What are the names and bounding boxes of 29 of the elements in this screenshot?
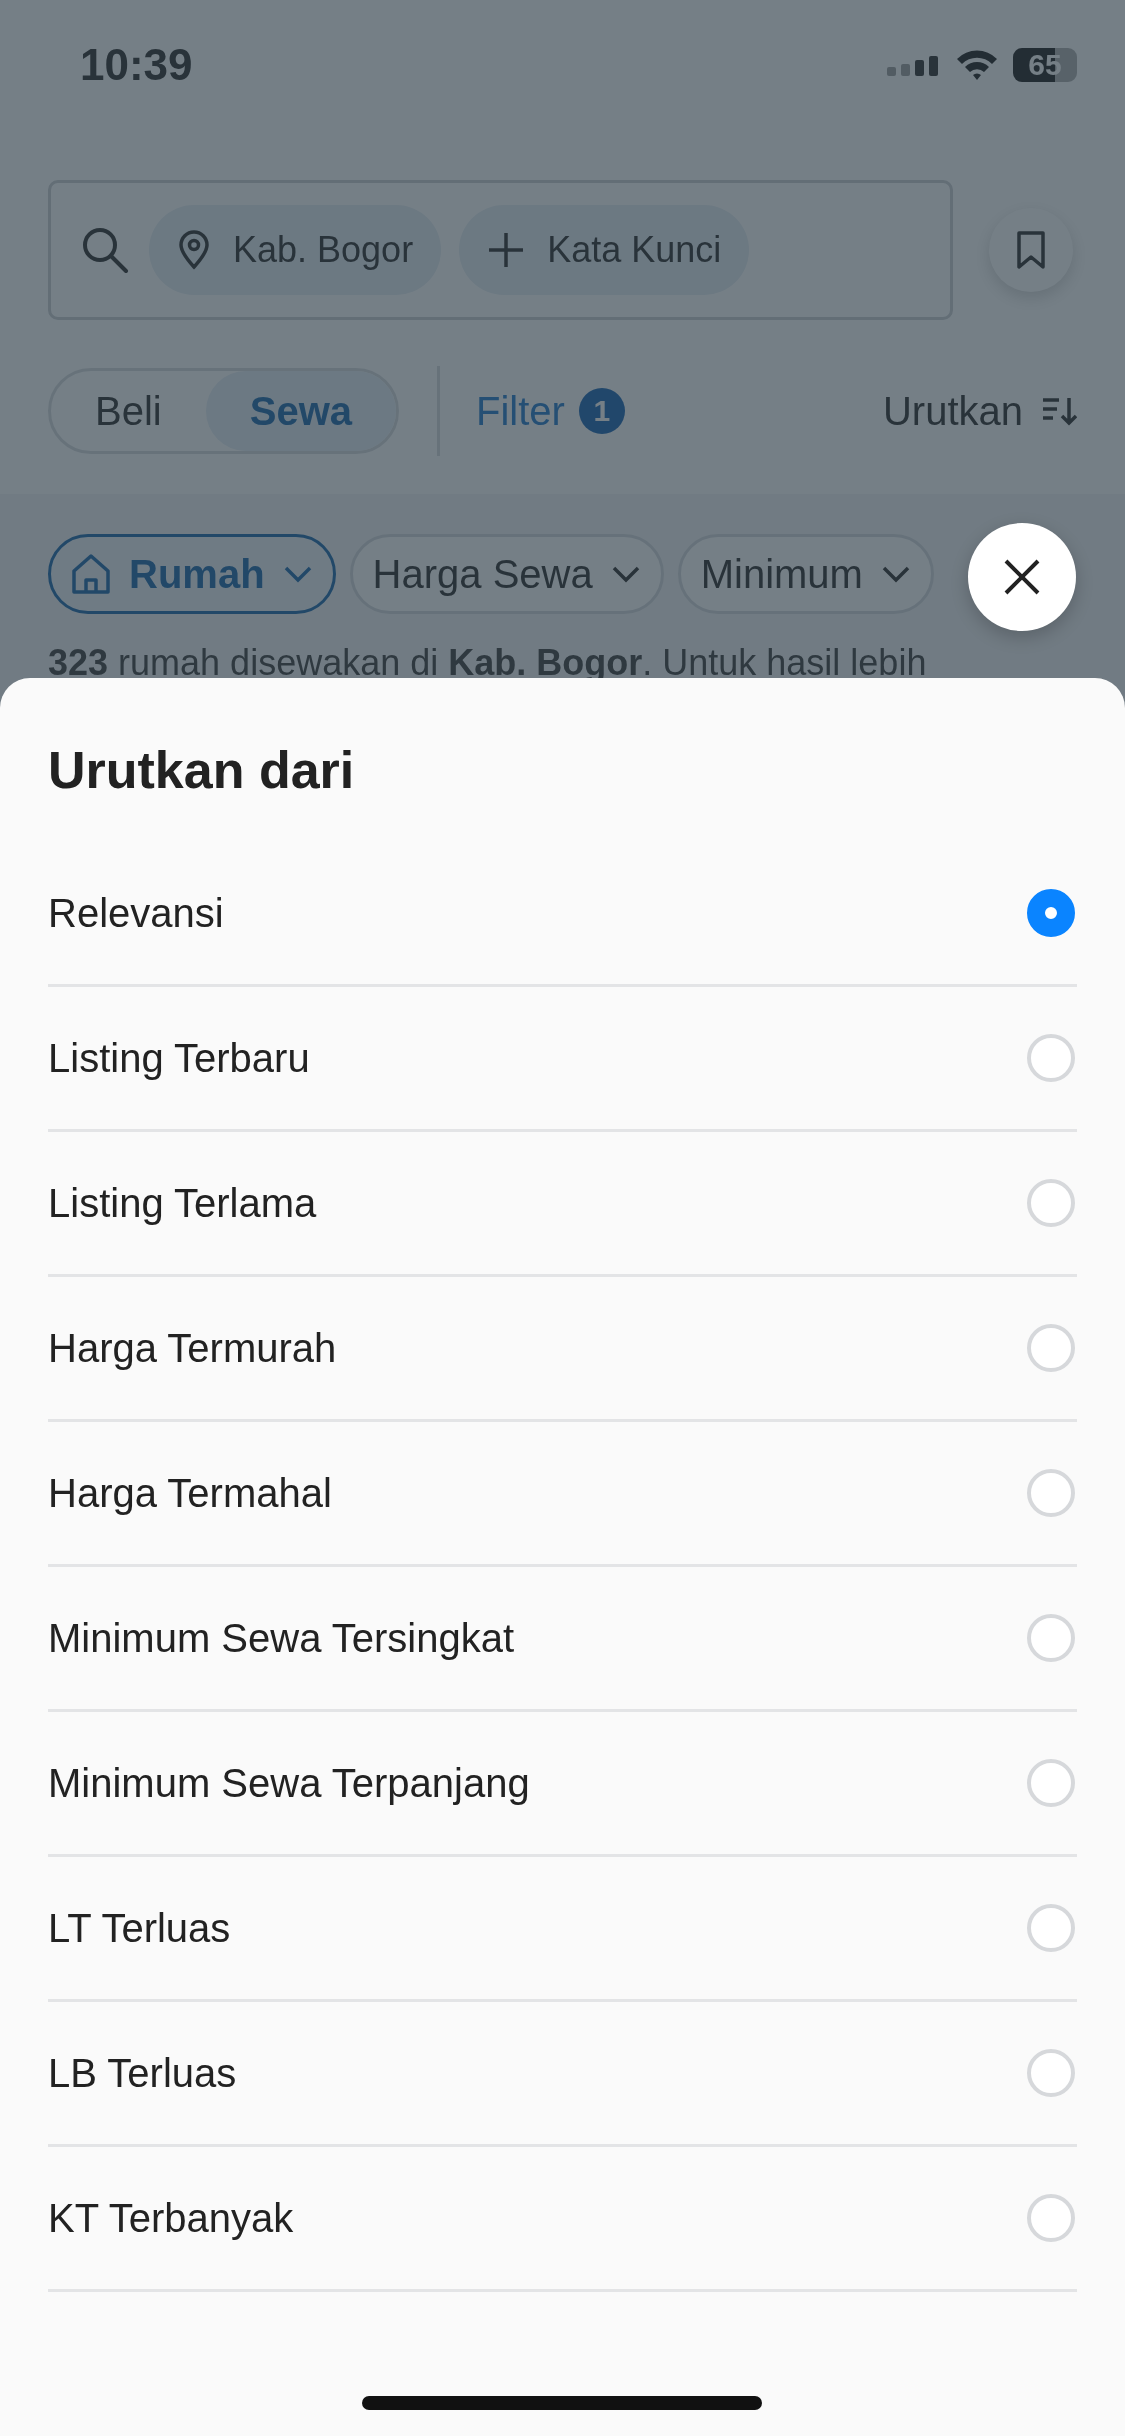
sort-option[interactable]: Minimum Sewa Terpanjang	[48, 1712, 1077, 1857]
chevron-down-icon	[282, 565, 313, 583]
sort-option[interactable]: Relevansi	[48, 842, 1077, 987]
sort-option[interactable]: LB Terluas	[48, 2002, 1077, 2147]
chevron-down-icon	[880, 565, 911, 583]
location-pin-icon	[177, 230, 211, 270]
sort-icon	[1041, 395, 1077, 427]
sort-option[interactable]: Harga Termurah	[48, 1277, 1077, 1422]
radio-button[interactable]	[1027, 889, 1075, 937]
sort-option[interactable]: Harga Termahal	[48, 1422, 1077, 1567]
chevron-down-icon	[610, 565, 641, 583]
sort-option[interactable]: Minimum Sewa Tersingkat	[48, 1567, 1077, 1712]
plus-icon	[487, 231, 526, 269]
sheet-title: Urutkan dari	[48, 740, 356, 800]
bookmark-icon	[1016, 230, 1046, 270]
close-icon	[1003, 558, 1041, 596]
keyword-label: Kata Kunci	[547, 229, 722, 271]
status-time: 10:39	[80, 40, 193, 90]
location-label: Kab. Bogor	[233, 229, 414, 271]
result-summary: 323 rumah disewakan di Kab. Bogor. Untuk hasil lebih	[48, 642, 928, 684]
battery-icon: 65	[1013, 48, 1077, 82]
sort-option[interactable]: LT Terluas	[48, 1857, 1077, 2002]
filter-count-badge: 1	[578, 388, 625, 434]
sort-option[interactable]: KT Terbanyak	[48, 2147, 1077, 2292]
wifi-icon	[955, 48, 999, 82]
sort-option[interactable]: Listing Terbaru	[48, 987, 1077, 1132]
house-icon	[71, 553, 111, 595]
sort-option[interactable]: Listing Terlama	[48, 1132, 1077, 1277]
signal-icon	[887, 54, 941, 76]
